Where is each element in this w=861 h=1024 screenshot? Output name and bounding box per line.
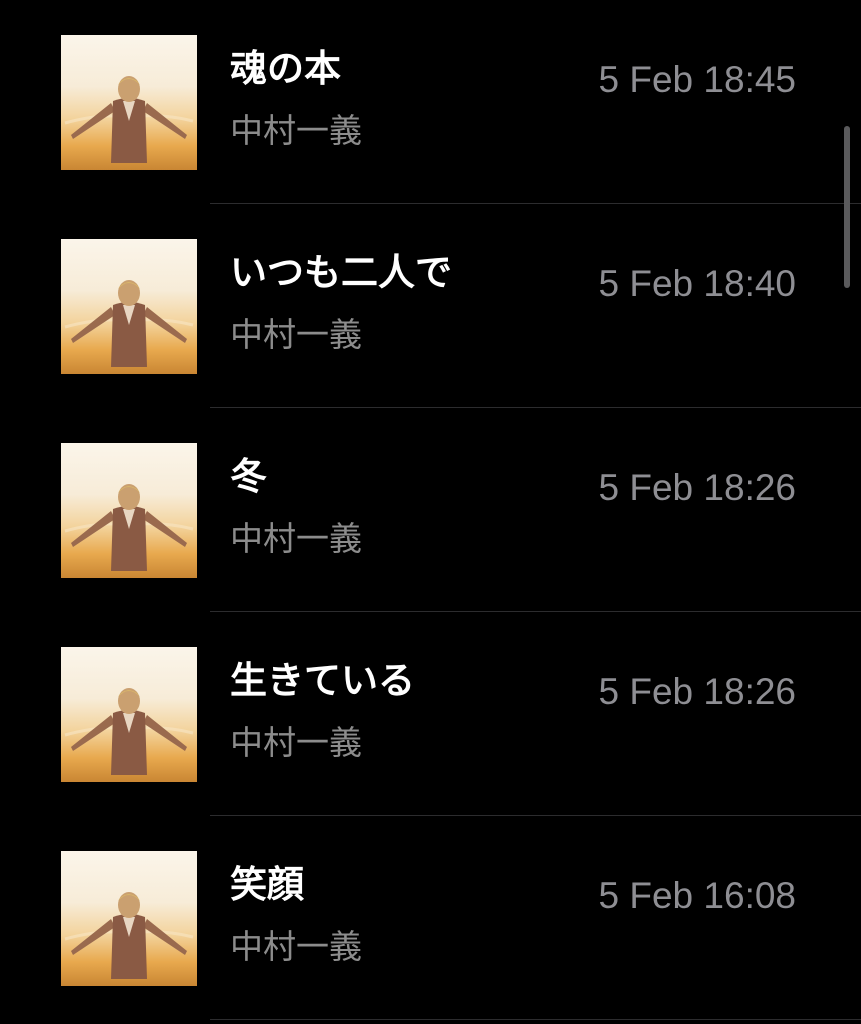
artist-name: 中村一義 [230, 927, 362, 966]
album-art-thumbnail [61, 35, 197, 170]
played-timestamp: 5 Feb 16:08 [598, 875, 796, 916]
album-art-icon [64, 892, 194, 979]
artist-name: 中村一義 [230, 723, 362, 762]
played-timestamp: 5 Feb 18:45 [598, 59, 796, 100]
album-art-icon [64, 688, 194, 775]
song-row[interactable]: 冬 中村一義 5 Feb 18:26 [0, 408, 861, 612]
played-timestamp: 5 Feb 18:26 [598, 671, 796, 712]
album-art-thumbnail [61, 443, 197, 578]
album-art-icon [64, 484, 194, 571]
song-row[interactable]: 笑顔 中村一義 5 Feb 16:08 [0, 816, 861, 1020]
song-title: 笑顔 [230, 863, 304, 906]
artist-name: 中村一義 [230, 315, 362, 354]
song-title: 生きている [230, 659, 415, 702]
album-art-thumbnail [61, 239, 197, 374]
played-timestamp: 5 Feb 18:40 [598, 263, 796, 304]
song-title: 冬 [230, 455, 267, 498]
recently-played-list: 魂の本 中村一義 5 Feb 18:45 いつも二人で 中村一義 5 Feb 1… [0, 0, 861, 1024]
song-row[interactable]: 生きている 中村一義 5 Feb 18:26 [0, 612, 861, 816]
row-divider [210, 1019, 861, 1020]
scrollbar-thumb[interactable] [844, 126, 850, 288]
album-art-icon [64, 76, 194, 163]
song-row[interactable]: 魂の本 中村一義 5 Feb 18:45 [0, 0, 861, 204]
song-title: 魂の本 [230, 47, 341, 90]
artist-name: 中村一義 [230, 519, 362, 558]
album-art-thumbnail [61, 647, 197, 782]
song-row[interactable]: いつも二人で 中村一義 5 Feb 18:40 [0, 204, 861, 408]
song-title: いつも二人で [230, 251, 452, 294]
played-timestamp: 5 Feb 18:26 [598, 467, 796, 508]
album-art-icon [64, 280, 194, 367]
artist-name: 中村一義 [230, 111, 362, 150]
album-art-thumbnail [61, 851, 197, 986]
